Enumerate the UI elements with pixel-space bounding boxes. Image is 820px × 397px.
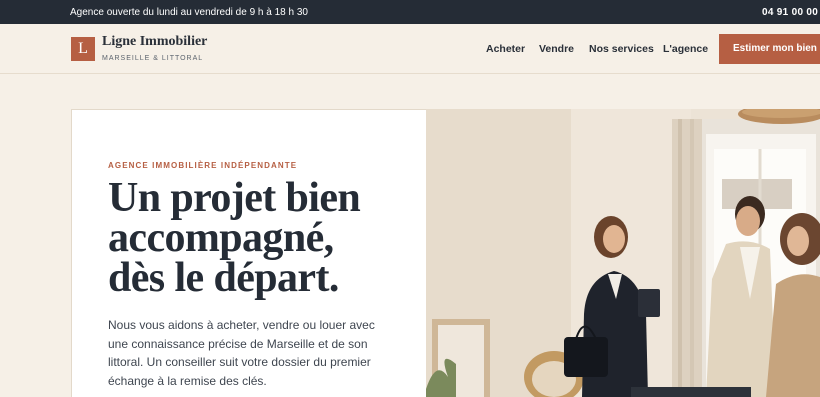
agent-clients-illustration [426,109,820,397]
brand-tagline: MARSEILLE & LITTORAL [102,55,204,62]
opening-hours: Agence ouverte du lundi au vendredi de 9… [70,7,308,18]
nav-item-acheter[interactable]: Acheter [486,43,525,55]
hero-headline: Un projet bien accompagné, dès le départ… [108,175,361,301]
nav-item-vendre[interactable]: Vendre [539,43,574,55]
hero-eyebrow: AGENCE IMMOBILIÈRE INDÉPENDANTE [108,161,298,170]
phone-number[interactable]: 04 91 00 00 00 [762,7,820,18]
hero-photo [426,109,820,397]
headline-line: Un projet bien [108,175,361,221]
hero-lead: Nous vous aidons à acheter, vendre ou lo… [108,318,375,388]
brand-name[interactable]: Ligne Immobilier [102,34,207,50]
estimate-button[interactable]: Estimer mon bien [719,34,820,64]
hero-card: AGENCE IMMOBILIÈRE INDÉPENDANTE Un proje… [71,109,427,397]
nav-item-services[interactable]: Nos services [589,43,654,55]
logo-icon[interactable]: L [71,37,95,61]
headline-line: accompagné, [108,215,334,261]
top-info-bar: Agence ouverte du lundi au vendredi de 9… [0,0,820,24]
nav-item-agence[interactable]: L'agence [663,43,708,55]
site-header: L Ligne Immobilier MARSEILLE & LITTORAL … [0,24,820,74]
headline-line: dès le départ. [108,255,339,301]
